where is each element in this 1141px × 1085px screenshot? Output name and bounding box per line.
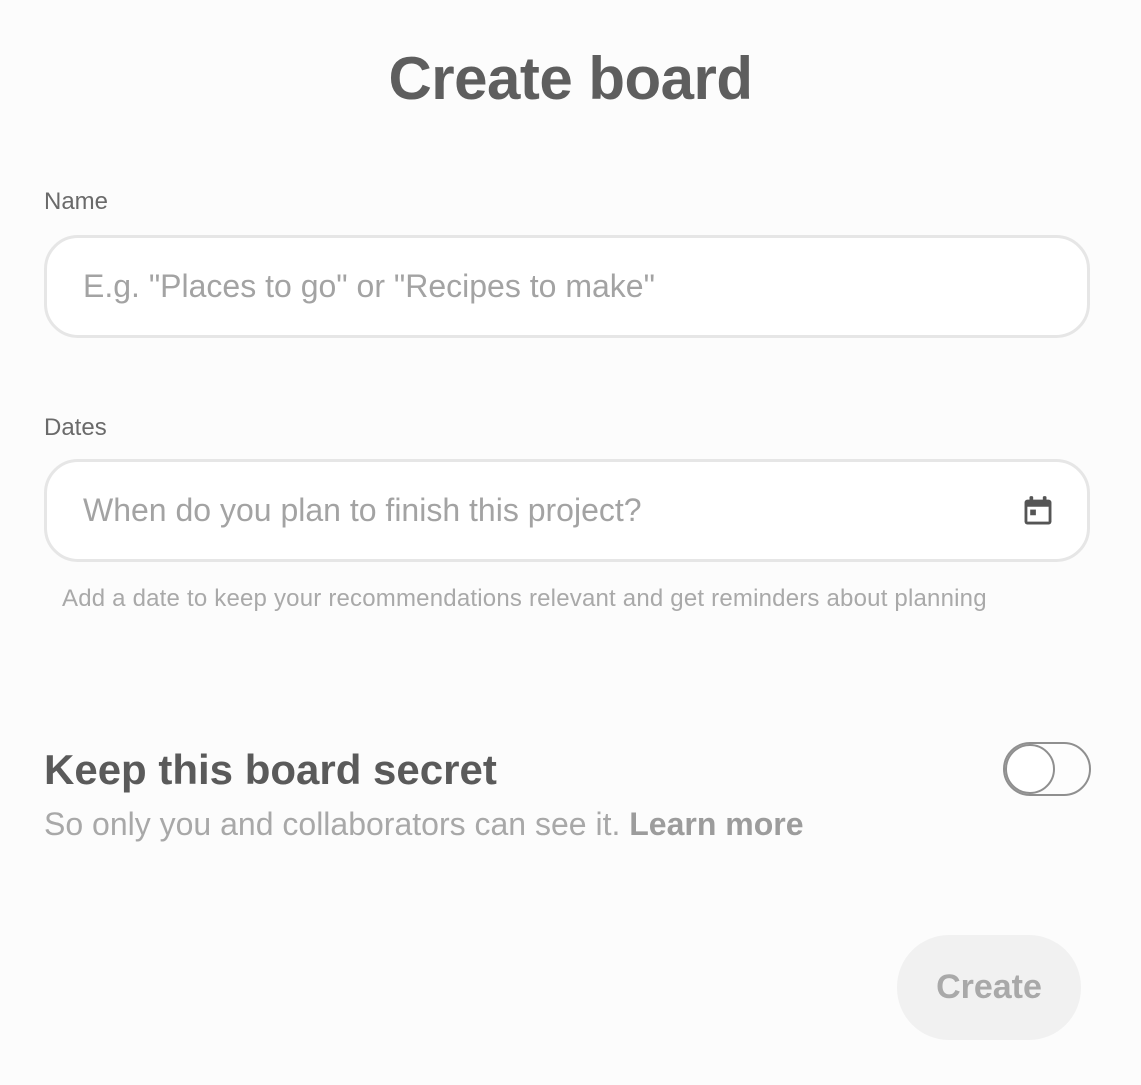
- name-input[interactable]: [83, 238, 983, 335]
- create-button[interactable]: Create: [897, 935, 1081, 1040]
- secret-title: Keep this board secret: [44, 746, 497, 793]
- dates-field-container[interactable]: [44, 459, 1090, 562]
- name-field-container[interactable]: [44, 235, 1090, 338]
- secret-description: So only you and collaborators can see it…: [44, 806, 804, 843]
- create-board-dialog: Create board Name Dates Add a date to ke…: [0, 0, 1141, 1085]
- dialog-title: Create board: [388, 45, 753, 112]
- dates-label: Dates: [44, 414, 107, 441]
- secret-toggle[interactable]: [1003, 742, 1091, 796]
- dates-helper-text: Add a date to keep your recommendations …: [62, 585, 987, 612]
- learn-more-link[interactable]: Learn more: [629, 806, 803, 842]
- name-label: Name: [44, 188, 109, 215]
- dates-input[interactable]: [83, 462, 983, 559]
- secret-description-text: So only you and collaborators can see it…: [44, 806, 621, 842]
- secret-toggle-knob: [1005, 744, 1055, 794]
- calendar-icon[interactable]: [1021, 494, 1055, 528]
